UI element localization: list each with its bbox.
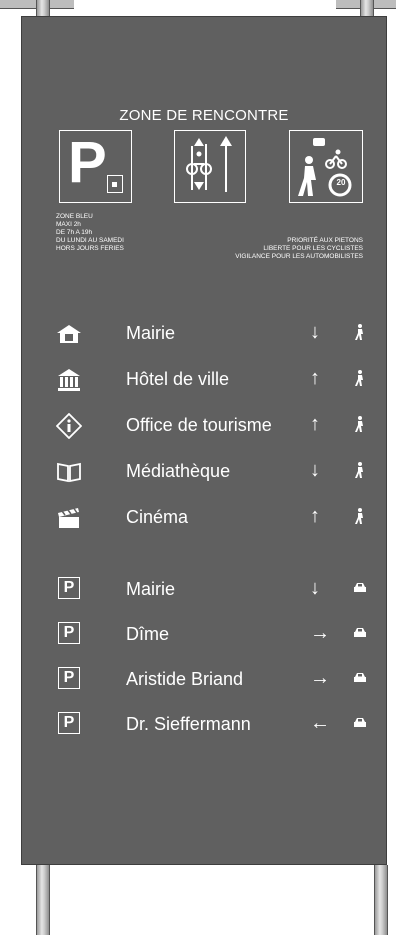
city-hall-icon: [58, 369, 80, 391]
pedestrian-priority-box: 20: [289, 130, 363, 203]
direction-arrow: ↑: [310, 505, 320, 527]
destination-row: Mairie ↓: [22, 321, 386, 353]
parking-rule-line: HORS JOURS FERIES: [56, 245, 124, 252]
direction-arrow: ↑: [310, 413, 320, 435]
priority-rules: PRIORITÉ AUX PIETONS LIBERTE POUR LES CY…: [235, 237, 363, 261]
parking-rule-line: MAXI 2h: [56, 221, 81, 228]
pedestrian-icon: [355, 370, 363, 386]
book-icon: [57, 462, 81, 483]
zone-title: ZONE DE RENCONTRE: [119, 107, 289, 124]
direction-arrow: ↓: [310, 321, 320, 343]
parking-rule-line: DU LUNDI AU SAMEDI: [56, 237, 124, 244]
parking-label: Mairie: [126, 579, 176, 599]
parking-icon: P: [58, 667, 80, 689]
parking-label: Dîme: [126, 624, 170, 644]
car-icon: [354, 718, 366, 727]
parking-icon: P: [58, 712, 80, 734]
speed-limit-value: 20: [336, 178, 346, 187]
destination-row: Office de tourisme ↑: [22, 413, 386, 445]
pedestrian-icon: [355, 508, 363, 524]
left-post: [36, 865, 50, 935]
parking-rule-line: DE 7h A 19h: [56, 229, 93, 236]
destination-label: Cinéma: [126, 507, 189, 527]
parking-sign-box: P: [59, 130, 132, 203]
car-icon: [354, 583, 366, 592]
right-post: [374, 865, 388, 935]
parking-letter: P: [68, 130, 107, 195]
parking-label: Aristide Briand: [126, 669, 244, 689]
destination-label: Hôtel de ville: [126, 369, 230, 389]
right-post-top: [360, 0, 374, 16]
parking-label: Dr. Sieffermann: [126, 714, 251, 734]
priority-rule-line: VIGILANCE POUR LES AUTOMOBILISTES: [235, 253, 363, 260]
bicycle-two-way-icon: [186, 136, 232, 192]
destination-row: Cinéma ↑: [22, 505, 386, 537]
pedestrian-icon: [355, 324, 363, 340]
parking-rules: ZONE BLEU MAXI 2h DE 7h A 19h DU LUNDI A…: [56, 213, 124, 253]
clapperboard-icon: [58, 508, 79, 528]
bicycle-arrows-box: [174, 130, 246, 203]
car-icon: [354, 673, 366, 682]
destination-label: Mairie: [126, 323, 176, 343]
direction-arrow: ↓: [310, 577, 320, 599]
parking-row: P Dr. Sieffermann ←: [22, 712, 386, 744]
town-hall-icon: [57, 325, 81, 343]
pedestrian-icon: [355, 416, 363, 432]
priority-rule-line: PRIORITÉ AUX PIETONS: [287, 237, 363, 244]
parking-row: P Dîme →: [22, 622, 386, 654]
sign-panel: ZONE DE RENCONTRE P 20 ZONE BLEU MAXI 2h…: [21, 16, 387, 865]
direction-arrow: ↓: [310, 459, 320, 481]
direction-arrow: →: [310, 622, 330, 644]
left-post-top: [36, 0, 50, 16]
parking-icon: P: [58, 577, 80, 599]
direction-arrow: ←: [310, 712, 330, 734]
parking-row: P Aristide Briand →: [22, 667, 386, 699]
parking-rule-line: ZONE BLEU: [56, 213, 93, 220]
destination-label: Office de tourisme: [126, 415, 272, 435]
direction-arrow: ↑: [310, 367, 320, 389]
destination-label: Médiathèque: [126, 461, 231, 481]
parking-row: P Mairie ↓: [22, 577, 386, 609]
pedestrian-icon: [355, 462, 363, 478]
priority-rule-line: LIBERTE POUR LES CYCLISTES: [263, 245, 363, 252]
parking-disc-icon: [107, 175, 123, 193]
destination-row: Hôtel de ville ↑: [22, 367, 386, 399]
parking-icon: P: [58, 622, 80, 644]
info-icon: [56, 413, 82, 439]
direction-arrow: →: [310, 667, 330, 689]
pedestrian-car-bike-icon: [298, 138, 352, 197]
destination-row: Médiathèque ↓: [22, 459, 386, 491]
car-icon: [354, 628, 366, 637]
